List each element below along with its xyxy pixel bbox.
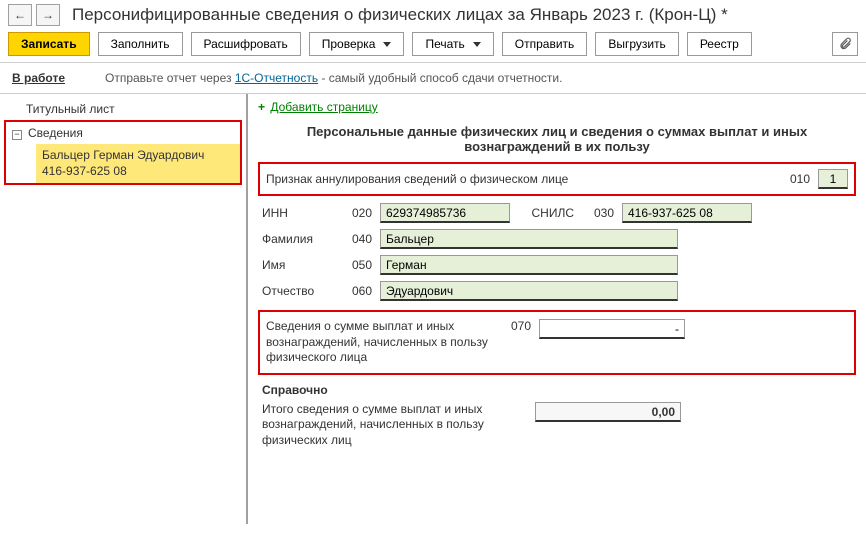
status-state[interactable]: В работе: [12, 71, 65, 85]
plus-icon: +: [258, 100, 265, 114]
decode-button[interactable]: Расшифровать: [191, 32, 301, 56]
firstname-label: Имя: [262, 258, 332, 272]
fill-button[interactable]: Заполнить: [98, 32, 183, 56]
patronymic-input[interactable]: [380, 281, 678, 301]
patronymic-code: 060: [340, 284, 372, 298]
save-button[interactable]: Записать: [8, 32, 90, 56]
person-snils: 416-937-625 08: [42, 164, 234, 180]
attach-button[interactable]: [832, 32, 858, 56]
page-title: Персонифицированные сведения о физически…: [72, 5, 728, 25]
collapse-icon[interactable]: −: [12, 130, 22, 140]
status-hint-link[interactable]: 1С-Отчетность: [235, 71, 318, 85]
paperclip-icon: [838, 37, 852, 51]
status-hint: Отправьте отчет через 1С-Отчетность - са…: [105, 71, 562, 85]
annul-label: Признак аннулирования сведений о физичес…: [266, 172, 770, 186]
inn-label: ИНН: [262, 206, 332, 220]
export-button[interactable]: Выгрузить: [595, 32, 679, 56]
sprav-total: 0,00: [535, 402, 681, 422]
sidebar-item-section[interactable]: − Сведения: [6, 122, 240, 144]
lastname-input[interactable]: [380, 229, 678, 249]
snils-code: 030: [582, 206, 614, 220]
inn-input[interactable]: [380, 203, 510, 223]
sidebar-highlight: − Сведения Бальцер Герман Эдуардович 416…: [4, 120, 242, 185]
section-title: Персональные данные физических лиц и све…: [258, 124, 856, 154]
sum-input[interactable]: [539, 319, 685, 339]
annul-code: 010: [778, 172, 810, 186]
snils-label: СНИЛС: [518, 206, 574, 220]
firstname-input[interactable]: [380, 255, 678, 275]
print-dropdown[interactable]: Печать: [412, 32, 493, 56]
sprav-label: Итого сведения о сумме выплат и иных воз…: [262, 402, 527, 449]
person-name: Бальцер Герман Эдуардович: [42, 148, 234, 164]
sidebar: Титульный лист − Сведения Бальцер Герман…: [0, 94, 248, 524]
firstname-code: 050: [340, 258, 372, 272]
add-page-link[interactable]: Добавить страницу: [270, 100, 377, 114]
sprav-head: Справочно: [262, 383, 856, 397]
main-panel: + Добавить страницу Персональные данные …: [248, 94, 866, 524]
check-dropdown[interactable]: Проверка: [309, 32, 405, 56]
lastname-label: Фамилия: [262, 232, 332, 246]
snils-input[interactable]: [622, 203, 752, 223]
patronymic-label: Отчество: [262, 284, 332, 298]
inn-code: 020: [340, 206, 372, 220]
send-button[interactable]: Отправить: [502, 32, 588, 56]
sum-highlight: Сведения о сумме выплат и иных вознаграж…: [258, 310, 856, 375]
sidebar-item-person[interactable]: Бальцер Герман Эдуардович 416-937-625 08: [36, 144, 240, 183]
nav-back-button[interactable]: ←: [8, 4, 32, 26]
registry-button[interactable]: Реестр: [687, 32, 752, 56]
sidebar-item-title[interactable]: Титульный лист: [4, 98, 242, 120]
annul-highlight: Признак аннулирования сведений о физичес…: [258, 162, 856, 196]
sum-code: 070: [499, 319, 531, 333]
annul-input[interactable]: [818, 169, 848, 189]
lastname-code: 040: [340, 232, 372, 246]
nav-forward-button[interactable]: →: [36, 4, 60, 26]
sum-label: Сведения о сумме выплат и иных вознаграж…: [266, 319, 491, 366]
